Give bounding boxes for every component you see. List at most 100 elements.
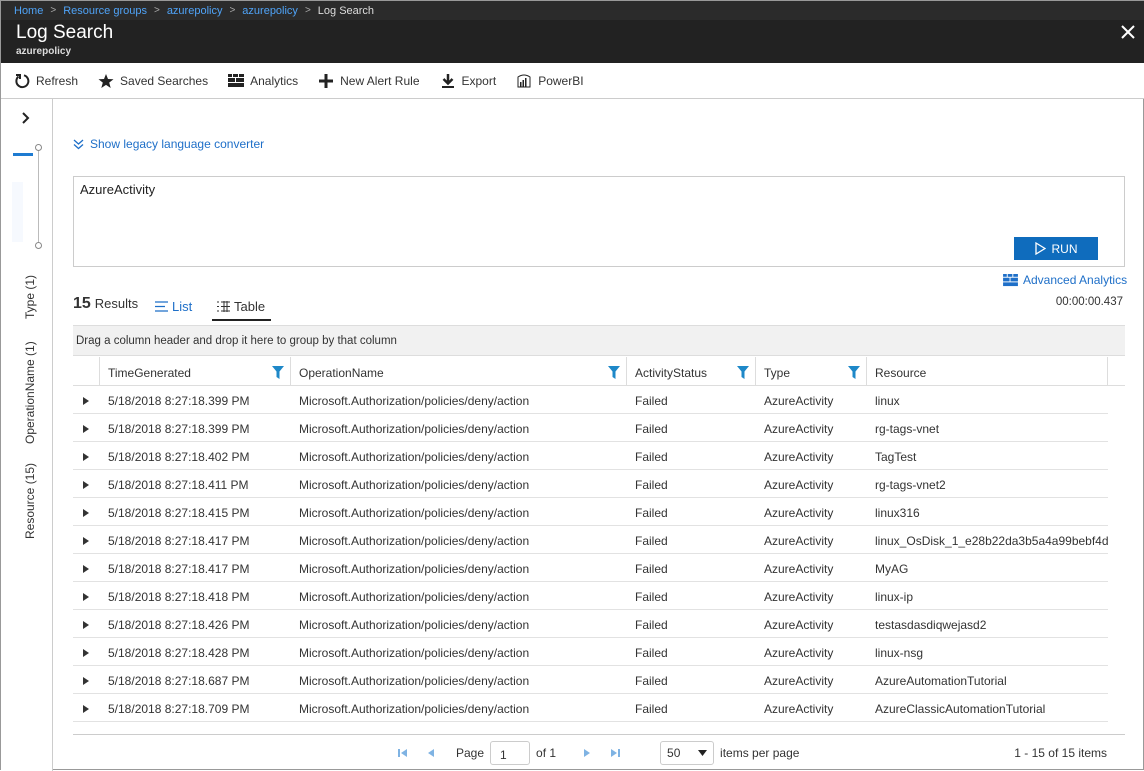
- expand-row-button[interactable]: [73, 470, 100, 497]
- cell-timegenerated: 5/18/2018 8:27:18.428 PM: [108, 646, 250, 660]
- table-row[interactable]: 5/18/2018 8:27:18.411 PM Microsoft.Author…: [73, 470, 1108, 498]
- run-button[interactable]: RUN: [1014, 237, 1098, 260]
- filter-icon[interactable]: [608, 366, 620, 382]
- cell-timegenerated: 5/18/2018 8:27:18.415 PM: [108, 506, 250, 520]
- filter-icon[interactable]: [737, 366, 749, 382]
- cell-activitystatus: Failed: [635, 422, 668, 436]
- expand-row-button[interactable]: [73, 554, 100, 581]
- expand-row-button[interactable]: [73, 694, 100, 721]
- table-row[interactable]: 5/18/2018 8:27:18.428 PM Microsoft.Author…: [73, 638, 1108, 666]
- show-legacy-converter-link[interactable]: Show legacy language converter: [73, 137, 264, 151]
- cell-activitystatus: Failed: [635, 394, 668, 408]
- breadcrumb-item[interactable]: Resource groups: [63, 3, 147, 19]
- cell-resource: testasdasdiqwejasd2: [875, 618, 987, 632]
- table-row[interactable]: 5/18/2018 8:27:18.687 PM Microsoft.Author…: [73, 666, 1108, 694]
- cell-timegenerated: 5/18/2018 8:27:18.417 PM: [108, 534, 250, 548]
- facet-operationname[interactable]: OperationName (1): [23, 341, 37, 444]
- expand-row-button[interactable]: [73, 386, 100, 413]
- table-row[interactable]: 5/18/2018 8:27:18.399 PM Microsoft.Author…: [73, 414, 1108, 442]
- first-page-button[interactable]: [396, 746, 410, 760]
- table-row[interactable]: 5/18/2018 8:27:18.417 PM Microsoft.Author…: [73, 526, 1108, 554]
- tab-table[interactable]: Table: [217, 296, 265, 316]
- page-number-input[interactable]: [490, 741, 531, 765]
- play-icon: [1034, 242, 1046, 255]
- cell-activitystatus: Failed: [635, 478, 668, 492]
- group-by-drop-zone[interactable]: Drag a column header and drop it here to…: [73, 325, 1125, 356]
- cell-timegenerated: 5/18/2018 8:27:18.402 PM: [108, 450, 250, 464]
- filter-icon[interactable]: [272, 366, 284, 382]
- breadcrumb-item[interactable]: azurepolicy: [167, 3, 223, 19]
- next-page-button[interactable]: [580, 746, 594, 760]
- column-header-operationname[interactable]: OperationName: [291, 357, 627, 386]
- query-elapsed-time: 00:00:00.437: [1055, 296, 1123, 308]
- last-page-button[interactable]: [608, 746, 622, 760]
- refresh-button[interactable]: Refresh: [14, 69, 78, 93]
- export-button[interactable]: Export: [440, 69, 496, 93]
- items-range: 1 - 15 of 15 items: [1014, 746, 1107, 760]
- expand-row-button[interactable]: [73, 526, 100, 553]
- expand-row-button[interactable]: [73, 610, 100, 637]
- breadcrumb-item[interactable]: Home: [14, 3, 43, 19]
- expand-row-button[interactable]: [73, 582, 100, 609]
- cell-resource: rg-tags-vnet: [875, 422, 940, 436]
- cell-type: AzureActivity: [764, 394, 834, 408]
- cell-operationname: Microsoft.Authorization/policies/deny/ac…: [299, 394, 530, 408]
- tab-list[interactable]: List: [155, 296, 192, 316]
- expand-row-button[interactable]: [73, 638, 100, 665]
- expand-rail-button[interactable]: [21, 111, 31, 127]
- cell-type: AzureActivity: [764, 618, 834, 632]
- table-row[interactable]: 5/18/2018 8:27:18.399 PM Microsoft.Author…: [73, 386, 1108, 414]
- column-header-type[interactable]: Type: [756, 357, 867, 386]
- expand-row-button[interactable]: [73, 666, 100, 693]
- command-bar: Refresh Saved Searches Analytics New Ale…: [1, 63, 1144, 99]
- query-editor[interactable]: [73, 176, 1125, 267]
- expand-row-button[interactable]: [73, 414, 100, 441]
- facet-type[interactable]: Type (1): [23, 275, 37, 319]
- time-slider-handle-start[interactable]: [35, 144, 42, 151]
- refresh-icon: [15, 73, 30, 88]
- close-button[interactable]: [1119, 23, 1137, 41]
- filter-icon[interactable]: [848, 366, 860, 382]
- time-slider-handle-end[interactable]: [35, 242, 42, 249]
- chevron-right-icon: [22, 112, 30, 124]
- powerbi-icon: [517, 74, 531, 87]
- column-header-activitystatus[interactable]: ActivityStatus: [627, 357, 756, 386]
- scrollbar-header: [1108, 357, 1125, 386]
- breadcrumb-separator-icon: >: [50, 5, 57, 16]
- caret-right-icon: [83, 593, 89, 601]
- advanced-analytics-link[interactable]: Advanced Analytics: [1003, 273, 1127, 287]
- cell-resource: linux-nsg: [875, 646, 924, 660]
- cell-operationname: Microsoft.Authorization/policies/deny/ac…: [299, 450, 530, 464]
- table-row[interactable]: 5/18/2018 8:27:18.415 PM Microsoft.Author…: [73, 498, 1108, 526]
- cell-type: AzureActivity: [764, 562, 834, 576]
- expand-row-button[interactable]: [73, 442, 100, 469]
- caret-right-icon: [83, 649, 89, 657]
- column-header-resource[interactable]: Resource: [867, 357, 1108, 386]
- breadcrumb-item[interactable]: azurepolicy: [242, 3, 298, 19]
- expand-row-button[interactable]: [73, 498, 100, 525]
- powerbi-button[interactable]: PowerBI: [516, 69, 584, 93]
- page-title: Log Search: [16, 22, 114, 43]
- table-row[interactable]: 5/18/2018 8:27:18.709 PM Microsoft.Author…: [73, 694, 1108, 722]
- table-row[interactable]: 5/18/2018 8:27:18.402 PM Microsoft.Author…: [73, 442, 1108, 470]
- table-row[interactable]: 5/18/2018 8:27:18.417 PM Microsoft.Author…: [73, 554, 1108, 582]
- caret-right-icon: [83, 705, 89, 713]
- cell-timegenerated: 5/18/2018 8:27:18.709 PM: [108, 702, 250, 716]
- results-number: 15: [73, 295, 91, 312]
- saved-searches-button[interactable]: Saved Searches: [98, 69, 208, 93]
- table-row[interactable]: 5/18/2018 8:27:18.418 PM Microsoft.Author…: [73, 582, 1108, 610]
- page-total: of 1: [536, 746, 557, 760]
- cell-resource: linux316: [875, 506, 920, 520]
- breadcrumb-separator-icon: >: [304, 5, 311, 16]
- new-alert-rule-button[interactable]: New Alert Rule: [318, 69, 420, 93]
- caret-right-icon: [83, 453, 89, 461]
- time-slider-track[interactable]: [38, 147, 39, 247]
- cell-activitystatus: Failed: [635, 450, 668, 464]
- column-header-timegenerated[interactable]: TimeGenerated: [100, 357, 291, 386]
- table-row[interactable]: 5/18/2018 8:27:18.426 PM Microsoft.Author…: [73, 610, 1108, 638]
- analytics-button[interactable]: Analytics: [228, 69, 298, 93]
- items-per-page-select[interactable]: 50: [660, 741, 715, 765]
- facet-resource[interactable]: Resource (15): [23, 463, 37, 539]
- previous-page-button[interactable]: [424, 746, 438, 760]
- cell-timegenerated: 5/18/2018 8:27:18.426 PM: [108, 618, 250, 632]
